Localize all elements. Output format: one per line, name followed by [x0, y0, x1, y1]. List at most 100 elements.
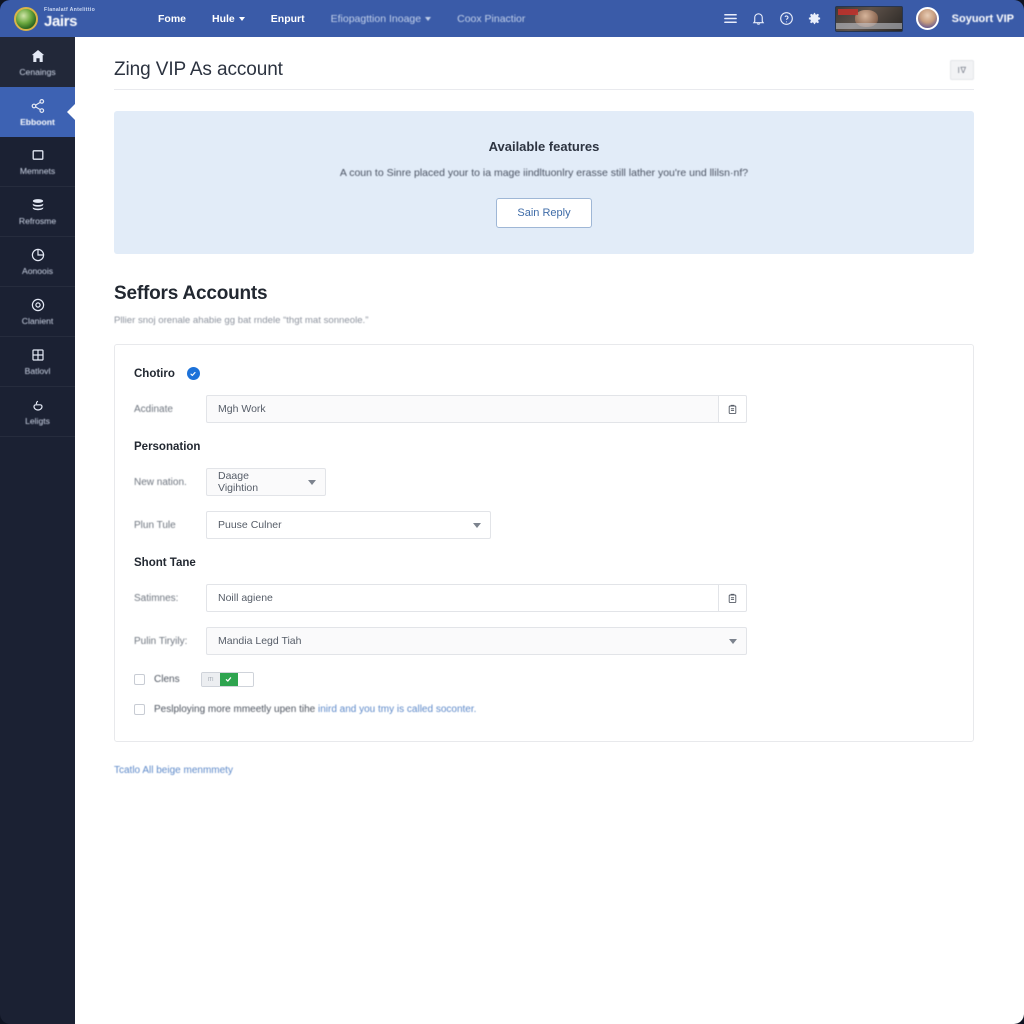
acdinate-input[interactable]: Mgh Work: [206, 395, 719, 423]
circle-target-icon: [30, 297, 46, 313]
nav-link-label: Efiopagttion Inoage: [330, 12, 422, 25]
database-icon: [30, 197, 46, 213]
accounts-form-card: Chotiro Acdinate Mgh Work Personation Ne…: [114, 344, 974, 742]
avatar[interactable]: [915, 7, 939, 30]
checkbox-row-peslploying: Peslploying more mmeetly upen tihe inird…: [134, 704, 949, 715]
sidebar-item-label: Refrosme: [18, 216, 57, 226]
section-title: Seffors Accounts: [114, 283, 268, 304]
available-features-banner: Available features A coun to Sinre place…: [114, 111, 974, 254]
sidebar-item-clanient[interactable]: Clanient: [0, 287, 75, 337]
peslploying-checkbox[interactable]: [134, 704, 145, 715]
hamburger-menu-icon[interactable]: [723, 11, 738, 26]
main-content: Zing VIP As account I∇ Available feature…: [75, 37, 1024, 1024]
select-value: Daage Vigihtion: [218, 470, 259, 494]
group-title: Chotiro: [134, 367, 175, 380]
nav-link-label: Fome: [158, 12, 187, 25]
clens-label: Clens: [154, 674, 180, 685]
chevron-down-icon: [729, 638, 737, 644]
peslploying-link[interactable]: inird and you tmy is called soconter.: [318, 704, 476, 715]
sidebar-item-cenaings[interactable]: Cenaings: [0, 37, 75, 87]
select-value: Mandia Legd Tiah: [218, 635, 302, 647]
field-row-acdinate: Acdinate Mgh Work: [134, 395, 949, 423]
sidebar-item-aonoois[interactable]: Aonoois: [0, 237, 75, 287]
sain-reply-button[interactable]: Sain Reply: [496, 198, 592, 228]
nav-link-coox-pinactior[interactable]: Coox Pinactior: [457, 13, 525, 25]
banner-title: Available features: [488, 139, 600, 154]
sidebar-item-label: Batlovl: [24, 366, 51, 376]
field-label: Satimnes:: [134, 592, 179, 604]
sidebar-item-label: Aonoois: [21, 266, 54, 276]
field-control: Noill agiene: [206, 584, 747, 612]
field-row-pulin-tiryily: Pulin Tiryily: Mandia Legd Tiah: [134, 627, 949, 655]
pie-chart-icon: [30, 247, 46, 263]
footer-link[interactable]: Tcatlo All beige menmmety: [114, 765, 233, 776]
content-inner: Available features A coun to Sinre place…: [75, 111, 1024, 778]
field-control: Mgh Work: [206, 395, 747, 423]
field-label: Plun Tule: [134, 519, 176, 531]
select-value: Puuse Culner: [218, 519, 282, 531]
pulin-tiryily-select[interactable]: Mandia Legd Tiah: [206, 627, 747, 655]
segment-right[interactable]: [237, 673, 253, 686]
sidebar-item-leligts[interactable]: Leligts: [0, 387, 75, 437]
application-window: Flanalatf Antelittio Jairs Fome Hule Enp…: [0, 0, 1024, 1024]
sidebar-item-label: Memnets: [19, 166, 56, 176]
chevron-down-icon: [425, 16, 432, 21]
brand-text: Flanalatf Antelittio Jairs: [44, 8, 95, 30]
sidebar: Cenaings Ebboont Memnets Refrosme Aonooi…: [0, 37, 75, 1024]
sidebar-item-ebboont[interactable]: Ebboont: [0, 87, 75, 137]
brand-logo[interactable]: Flanalatf Antelittio Jairs: [14, 6, 122, 31]
bell-icon[interactable]: [751, 11, 766, 26]
field-row-new-nation: New nation. Daage Vigihtion: [134, 468, 949, 496]
page-header-action-button[interactable]: I∇: [950, 60, 974, 80]
field-label: New nation.: [134, 476, 187, 488]
peslploying-text-before: Peslploying more mmeetly upen tihe: [154, 704, 318, 715]
segment-active-check-icon[interactable]: [219, 673, 238, 686]
sidebar-item-memnets[interactable]: Memnets: [0, 137, 75, 187]
segment-left[interactable]: ITI: [201, 673, 220, 686]
hand-icon: [30, 397, 46, 413]
nav-link-label: Enpurt: [270, 12, 305, 25]
brand-name: Jairs: [44, 12, 78, 30]
satimnes-input[interactable]: Noill agiene: [206, 584, 719, 612]
copy-icon[interactable]: [719, 584, 747, 612]
gear-icon[interactable]: [807, 11, 822, 26]
video-thumbnail[interactable]: [834, 5, 903, 32]
sidebar-item-label: Cenaings: [19, 66, 56, 77]
nav-link-label: Hule: [212, 12, 235, 25]
navbar-right-tools: Soyuort VIP: [723, 5, 1014, 32]
nav-link-fome[interactable]: Fome: [158, 13, 186, 25]
section-subtitle: Pllier snoj orenale ahabie ɡg bat rndele…: [114, 315, 369, 326]
header-divider: [114, 89, 974, 90]
clens-checkbox[interactable]: [134, 674, 145, 685]
chevron-down-icon: [308, 479, 316, 485]
home-icon: [30, 48, 46, 64]
sidebar-item-batlovl[interactable]: Batlovl: [0, 337, 75, 387]
copy-icon[interactable]: [719, 395, 747, 423]
personation-subheading: Personation: [134, 441, 201, 453]
top-navbar: Flanalatf Antelittio Jairs Fome Hule Enp…: [0, 0, 1024, 37]
navbar-links: Fome Hule Enpurt Efiopagttion Inoage Coo…: [158, 13, 525, 25]
sidebar-item-label: Leligts: [25, 416, 50, 426]
verified-check-icon: [186, 367, 200, 380]
sidebar-item-refrosme[interactable]: Refrosme: [0, 187, 75, 237]
logo-emblem-icon: [14, 6, 38, 31]
plun-tule-select[interactable]: Puuse Culner: [206, 511, 491, 539]
field-label: Pulin Tiryily:: [134, 635, 188, 647]
checkbox-row-clens: Clens ITI: [134, 672, 949, 687]
page-header: Zing VIP As account I∇: [75, 37, 1024, 89]
banner-description: A coun to Sinre placed your to ia mage i…: [339, 167, 749, 179]
field-label: Acdinate: [134, 403, 173, 415]
nav-link-efiopagttion-inoage[interactable]: Efiopagttion Inoage: [331, 13, 432, 25]
nav-link-enpurt[interactable]: Enpurt: [271, 13, 305, 25]
field-row-plun-tule: Plun Tule Puuse Culner: [134, 511, 949, 539]
new-nation-select[interactable]: Daage Vigihtion: [206, 468, 326, 496]
page-title: Zing VIP As account: [114, 59, 283, 80]
user-name-label[interactable]: Soyuort VIP: [952, 13, 1014, 25]
field-row-satimnes: Satimnes: Noill agiene: [134, 584, 949, 612]
nav-link-hule[interactable]: Hule: [212, 13, 245, 25]
peslploying-text: Peslploying more mmeetly upen tihe inird…: [154, 704, 476, 715]
sidebar-item-label: Clanient: [21, 316, 54, 326]
help-circle-icon[interactable]: [779, 11, 794, 26]
group-header-chotiro: Chotiro: [134, 367, 949, 380]
segmented-toggle[interactable]: ITI: [200, 672, 254, 687]
